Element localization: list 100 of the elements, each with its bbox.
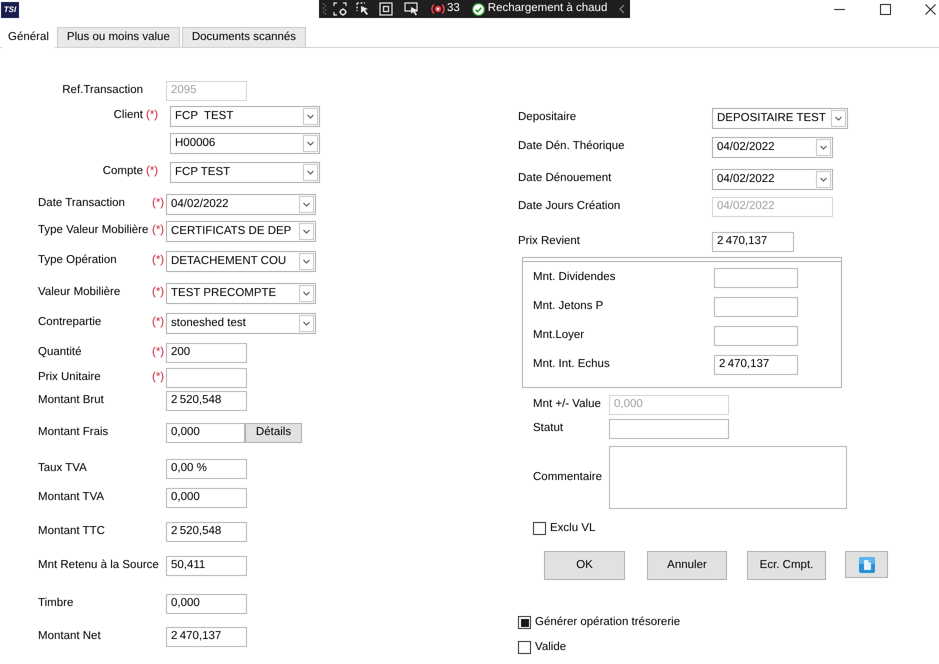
- tab[interactable]: Plus ou moins value: [56, 27, 180, 47]
- field-label: Compte: [102, 166, 143, 178]
- field-label: Mnt. Int. Echus: [533, 359, 610, 371]
- frame-gear-icon[interactable]: [333, 2, 347, 16]
- dropdown[interactable]: FCP TEST: [170, 106, 320, 127]
- field-label: Prix Unitaire: [38, 372, 101, 384]
- close-icon[interactable]: [925, 4, 936, 14]
- chevron-down-icon[interactable]: [299, 196, 314, 213]
- details-button[interactable]: Détails: [245, 423, 302, 443]
- field-label: Quantité: [38, 347, 82, 359]
- required-mark: (*): [146, 166, 158, 178]
- dropdown[interactable]: 04/02/2022: [712, 169, 833, 190]
- field-label: Montant TVA: [38, 492, 104, 504]
- text-field[interactable]: 2 520,548: [166, 522, 247, 542]
- checkbox[interactable]: [518, 616, 531, 629]
- text-field[interactable]: 0,000: [166, 423, 245, 443]
- field-label: Timbre: [38, 598, 74, 610]
- dropdown[interactable]: DETACHEMENT COU: [166, 251, 316, 272]
- field-label: Mnt. Dividendes: [533, 272, 616, 284]
- issue-count: 33: [447, 3, 460, 15]
- broadcast-icon[interactable]: [430, 2, 446, 16]
- field-label: Montant Net: [38, 631, 101, 643]
- dropdown[interactable]: H00006: [170, 133, 320, 154]
- dropdown[interactable]: CERTIFICATS DE DEP: [166, 221, 316, 242]
- field-label: Taux TVA: [38, 463, 87, 475]
- chevron-down-icon[interactable]: [303, 135, 318, 152]
- checkbox-label: Valide: [535, 642, 566, 654]
- field-label: Depositaire: [518, 112, 576, 124]
- text-field[interactable]: 200: [166, 343, 247, 363]
- text-field[interactable]: [714, 297, 798, 317]
- chevron-down-icon[interactable]: [299, 285, 314, 302]
- text-field[interactable]: 0,000: [166, 488, 247, 508]
- maximize-icon[interactable]: [880, 4, 891, 14]
- window-cursor-icon[interactable]: [404, 2, 419, 16]
- field-label: Commentaire: [533, 472, 602, 484]
- dropdown[interactable]: stoneshed test: [166, 313, 316, 334]
- chevron-down-icon[interactable]: [831, 110, 846, 127]
- field-label: Type Valeur Mobilière: [38, 225, 148, 237]
- text-field[interactable]: [166, 368, 247, 388]
- field-label: Contrepartie: [38, 317, 102, 329]
- text-field[interactable]: 0,000: [166, 594, 247, 614]
- button[interactable]: Annuler: [647, 551, 727, 580]
- button[interactable]: OK: [544, 551, 625, 580]
- dropdown[interactable]: TEST PRECOMPTE: [166, 283, 316, 304]
- text-field[interactable]: 2 470,137: [712, 232, 794, 252]
- text-field[interactable]: 50,411: [166, 556, 247, 576]
- field-label: Date Dénouement: [518, 173, 612, 185]
- field-label: Client: [114, 110, 143, 122]
- cursor-icon[interactable]: [356, 2, 370, 16]
- nested-square-icon[interactable]: [379, 2, 393, 16]
- chevron-down-icon[interactable]: [299, 253, 314, 270]
- required-mark: (*): [152, 317, 164, 329]
- checkbox-label: Générer opération trésorerie: [535, 616, 680, 628]
- required-mark: (*): [152, 255, 164, 267]
- text-field[interactable]: [714, 268, 798, 288]
- chevron-down-icon[interactable]: [303, 108, 318, 125]
- field-label: Ref.Transaction: [62, 85, 143, 97]
- checkbox[interactable]: [533, 522, 546, 535]
- required-mark: (*): [152, 225, 164, 237]
- dropdown[interactable]: DEPOSITAIRE TEST: [712, 108, 848, 129]
- text-field[interactable]: 2 520,548: [166, 391, 247, 411]
- document-button[interactable]: [845, 551, 888, 578]
- text-field[interactable]: 0,00 %: [166, 459, 247, 479]
- required-mark: (*): [146, 110, 158, 122]
- text-field[interactable]: 2 470,137: [166, 627, 247, 647]
- check-circle-icon: [472, 2, 485, 16]
- text-field[interactable]: [609, 419, 729, 439]
- chevron-down-icon[interactable]: [303, 164, 318, 181]
- field-label: Mnt.Loyer: [533, 330, 584, 342]
- dropdown[interactable]: FCP TEST: [170, 162, 320, 183]
- chevron-down-icon[interactable]: [299, 315, 314, 332]
- text-field[interactable]: 2 470,137: [714, 355, 798, 375]
- chevron-left-icon[interactable]: [619, 4, 625, 14]
- field-label: Valeur Mobilière: [38, 287, 120, 299]
- required-mark: (*): [152, 198, 164, 210]
- field-label: Prix Revient: [518, 236, 580, 248]
- dropdown[interactable]: 04/02/2022: [712, 137, 833, 158]
- document-icon: [858, 556, 874, 572]
- checkbox-label: Exclu VL: [550, 522, 596, 534]
- field-label: Date Dén. Théorique: [518, 141, 625, 153]
- required-mark: (*): [152, 372, 164, 384]
- app-logo: TSI: [1, 2, 19, 18]
- checkbox[interactable]: [518, 641, 531, 654]
- field-label: Montant TTC: [38, 526, 105, 538]
- chevron-down-icon[interactable]: [816, 139, 831, 156]
- text-field[interactable]: [714, 326, 798, 346]
- button[interactable]: Ecr. Cmpt.: [747, 551, 826, 580]
- field-label: Montant Brut: [38, 395, 104, 407]
- dropdown[interactable]: 04/02/2022: [166, 194, 316, 215]
- field-label: Statut: [533, 423, 564, 435]
- chevron-down-icon[interactable]: [816, 171, 831, 188]
- field-label: Mnt. Jetons P: [533, 301, 604, 313]
- field-label: Mnt +/- Value: [533, 399, 601, 411]
- tab[interactable]: Documents scannés: [182, 27, 306, 47]
- grip-icon[interactable]: [322, 2, 327, 16]
- required-mark: (*): [152, 287, 164, 299]
- required-mark: (*): [152, 347, 164, 359]
- chevron-down-icon[interactable]: [299, 223, 314, 240]
- field-label: Date Jours Création: [518, 201, 620, 213]
- field-label: Montant Frais: [38, 427, 108, 439]
